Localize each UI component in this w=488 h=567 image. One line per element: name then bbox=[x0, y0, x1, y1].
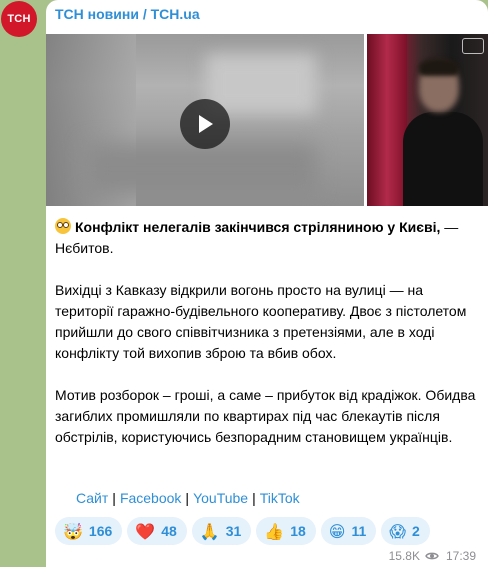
message-time: 17:39 bbox=[445, 549, 476, 563]
link-site[interactable]: Сайт bbox=[76, 490, 108, 506]
reaction-count: 31 bbox=[225, 523, 242, 539]
video-thumbnail[interactable] bbox=[46, 34, 364, 206]
reaction-scream[interactable]: 😱 2 bbox=[381, 517, 430, 545]
reaction-grin[interactable]: 😁 11 bbox=[320, 517, 377, 545]
reaction-count: 48 bbox=[161, 523, 177, 539]
eye-icon bbox=[425, 552, 439, 560]
view-count: 15.8K bbox=[388, 549, 420, 563]
link-tiktok[interactable]: TikTok bbox=[260, 490, 300, 506]
flushed-face-icon bbox=[55, 218, 71, 234]
social-links: Сайт | Facebook | YouTube | TikTok bbox=[76, 490, 300, 506]
link-separator: | bbox=[112, 490, 116, 506]
pray-icon: 🙏 bbox=[199, 521, 220, 541]
channel-avatar[interactable]: ТСН bbox=[1, 1, 37, 37]
grin-icon: 😁 bbox=[328, 521, 346, 541]
link-separator: | bbox=[252, 490, 256, 506]
paragraph-2: Мотив розборок – гроші, а саме – прибуто… bbox=[55, 387, 476, 445]
photo-thumbnail[interactable] bbox=[367, 34, 488, 206]
reaction-count: 2 bbox=[411, 523, 420, 539]
message-bubble: ТСН новини / TCH.ua Конфлікт нелегалів з… bbox=[46, 0, 488, 567]
play-icon bbox=[199, 115, 213, 133]
headline-bold: Конфлікт нелегалів закінчився стрілянино… bbox=[75, 219, 441, 235]
reaction-count: 166 bbox=[88, 523, 113, 539]
reaction-heart[interactable]: ❤️ 48 bbox=[127, 517, 187, 545]
reactions-bar: 🤯 166 ❤️ 48 🙏 31 👍 18 😁 11 😱 2 bbox=[55, 517, 430, 545]
scream-icon: 😱 bbox=[389, 521, 406, 541]
watermark-logo bbox=[462, 38, 484, 54]
reaction-thumbs-up[interactable]: 👍 18 bbox=[256, 517, 316, 545]
link-separator: | bbox=[185, 490, 190, 506]
reaction-count: 18 bbox=[290, 523, 306, 539]
post-text: Конфлікт нелегалів закінчився стрілянино… bbox=[55, 217, 480, 448]
channel-name[interactable]: ТСН новини / TCH.ua bbox=[55, 6, 200, 22]
message-meta: 15.8K 17:39 bbox=[389, 549, 476, 563]
link-facebook[interactable]: Facebook bbox=[120, 490, 181, 506]
heart-icon: ❤️ bbox=[135, 521, 156, 541]
reaction-count: 11 bbox=[351, 523, 367, 539]
thumbs-up-icon: 👍 bbox=[264, 521, 285, 541]
reaction-exploding-head[interactable]: 🤯 166 bbox=[55, 517, 123, 545]
play-button[interactable] bbox=[180, 99, 230, 149]
reaction-pray[interactable]: 🙏 31 bbox=[191, 517, 252, 545]
headline: Конфлікт нелегалів закінчився стрілянино… bbox=[55, 217, 480, 259]
paragraph-1: Вихідці з Кавказу відкрили вогонь просто… bbox=[55, 282, 467, 361]
avatar-logo-text: ТСН bbox=[7, 13, 31, 25]
link-youtube[interactable]: YouTube bbox=[193, 490, 248, 506]
exploding-head-icon: 🤯 bbox=[63, 521, 83, 541]
